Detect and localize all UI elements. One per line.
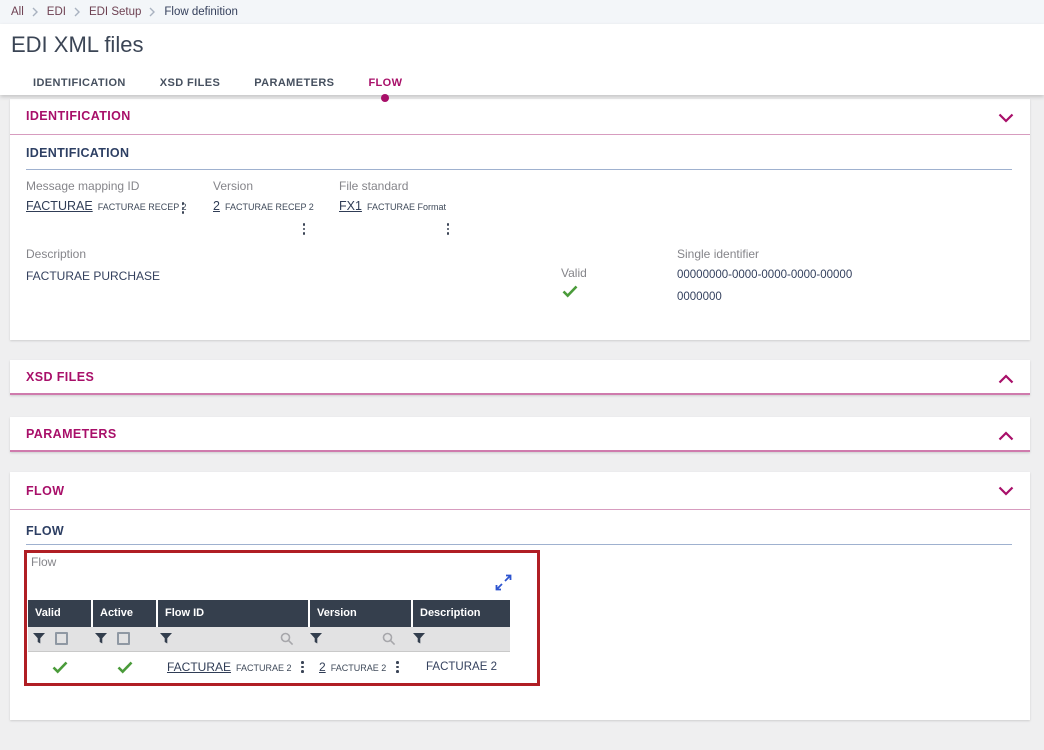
row-active-cell: [93, 652, 156, 682]
file-standard-value: FX1 FACTURAE Format: [339, 199, 446, 213]
chevron-up-icon[interactable]: [998, 428, 1016, 442]
flow-id-more-icon[interactable]: [298, 659, 308, 675]
description-label: Description: [26, 247, 87, 261]
tab-bar: IDENTIFICATION XSD FILES PARAMETERS FLOW: [33, 77, 403, 102]
flow-table-row[interactable]: FACTURAE FACTURAE 2 2 FACTURAE 2 FACTURA…: [28, 652, 510, 682]
tab-flow-label: FLOW: [368, 77, 403, 89]
filter-icon[interactable]: [310, 633, 322, 647]
chevron-right-icon: [32, 7, 39, 17]
row-version-link[interactable]: 2: [319, 660, 326, 674]
flow-table: Valid Active Flow ID Version Description: [28, 600, 510, 682]
flow-table-highlight-box: Flow Valid Active Flow ID Version Descri…: [24, 550, 540, 686]
row-version-cell: 2 FACTURAE 2: [310, 652, 411, 682]
valid-check-icon: [52, 661, 67, 674]
expand-icon[interactable]: [495, 574, 513, 592]
row-description-cell: FACTURAE 2: [426, 661, 497, 673]
message-mapping-id-value: FACTURAE FACTURAE RECEP 2: [26, 199, 187, 213]
description-value: FACTURAE PURCHASE: [26, 269, 161, 283]
column-header-valid[interactable]: Valid: [28, 600, 91, 627]
row-flow-id-cell: FACTURAE FACTURAE 2: [158, 652, 308, 682]
identification-subsection-title: IDENTIFICATION: [26, 146, 130, 160]
version-more-icon[interactable]: [299, 221, 309, 237]
flow-id-link[interactable]: FACTURAE: [167, 660, 231, 674]
page-title: EDI XML files: [11, 32, 144, 57]
breadcrumb-link-edi-setup[interactable]: EDI Setup: [89, 6, 141, 18]
version-label: Version: [213, 179, 254, 193]
page-header: EDI XML files IDENTIFICATION XSD FILES P…: [0, 24, 1044, 102]
breadcrumb-link-edi[interactable]: EDI: [47, 6, 66, 18]
section-flow-header[interactable]: FLOW: [10, 472, 1030, 510]
single-identifier-value-line2: 0000000: [677, 291, 722, 303]
version-desc: FACTURAE RECEP 2: [224, 202, 314, 212]
version-more-icon[interactable]: [392, 659, 402, 675]
section-parameters[interactable]: PARAMETERS: [10, 417, 1030, 452]
filter-icon[interactable]: [95, 633, 107, 647]
filter-icon[interactable]: [160, 633, 172, 647]
flow-widget-label: Flow: [31, 555, 57, 569]
chevron-right-icon: [74, 7, 81, 17]
flow-table-filter-row: [28, 627, 510, 652]
valid-label: Valid: [561, 266, 587, 280]
message-mapping-id-link[interactable]: FACTURAE: [26, 199, 93, 213]
flow-table-header-row: Valid Active Flow ID Version Description: [28, 600, 510, 627]
content-area: IDENTIFICATION IDENTIFICATION Message ma…: [0, 95, 1044, 720]
breadcrumb: All EDI EDI Setup Flow definition: [0, 0, 1044, 24]
section-parameters-title: PARAMETERS: [26, 427, 117, 441]
breadcrumb-link-all[interactable]: All: [11, 6, 24, 18]
flow-subsection-title: FLOW: [26, 524, 64, 538]
version-link[interactable]: 2: [213, 199, 220, 213]
section-xsd-files[interactable]: XSD FILES: [10, 360, 1030, 395]
column-header-version[interactable]: Version: [310, 600, 411, 627]
section-flow-title: FLOW: [26, 484, 65, 498]
section-xsd-files-title: XSD FILES: [26, 370, 95, 384]
column-header-description[interactable]: Description: [413, 600, 510, 627]
file-standard-more-icon[interactable]: [443, 221, 453, 237]
section-flow: FLOW FLOW Flow Valid Active Flow ID Vers…: [10, 472, 1030, 720]
section-identification-title: IDENTIFICATION: [26, 109, 131, 123]
tab-identification[interactable]: IDENTIFICATION: [33, 77, 126, 89]
active-filter-checkbox[interactable]: [117, 632, 130, 645]
message-mapping-id-desc: FACTURAE RECEP 2: [97, 202, 187, 212]
message-mapping-more-icon[interactable]: [178, 200, 188, 216]
flow-id-desc: FACTURAE 2: [236, 663, 292, 673]
single-identifier-label: Single identifier: [677, 247, 760, 261]
tab-parameters[interactable]: PARAMETERS: [254, 77, 334, 89]
valid-check-icon: [562, 285, 578, 303]
active-check-icon: [117, 661, 132, 674]
file-standard-link[interactable]: FX1: [339, 199, 362, 213]
tab-xsd-files[interactable]: XSD FILES: [160, 77, 220, 89]
message-mapping-id-label: Message mapping ID: [26, 179, 140, 193]
chevron-down-icon[interactable]: [998, 110, 1016, 124]
row-valid-cell: [28, 652, 91, 682]
file-standard-label: File standard: [339, 179, 409, 193]
filter-icon[interactable]: [413, 633, 425, 647]
version-value: 2 FACTURAE RECEP 2: [213, 199, 314, 213]
single-identifier-value-line1: 00000000-0000-0000-0000-00000: [677, 269, 853, 281]
chevron-up-icon[interactable]: [998, 371, 1016, 385]
filter-icon[interactable]: [33, 633, 45, 647]
search-icon[interactable]: [280, 632, 294, 649]
divider: [26, 544, 1012, 545]
breadcrumb-current: Flow definition: [164, 6, 238, 18]
divider: [26, 169, 1012, 170]
valid-filter-checkbox[interactable]: [55, 632, 68, 645]
section-identification-header[interactable]: IDENTIFICATION: [10, 99, 1030, 135]
tab-flow[interactable]: FLOW: [368, 77, 403, 102]
column-header-flow-id[interactable]: Flow ID: [158, 600, 308, 627]
search-icon[interactable]: [382, 632, 396, 649]
row-version-desc: FACTURAE 2: [330, 663, 387, 673]
file-standard-desc: FACTURAE Format: [366, 202, 446, 212]
section-identification: IDENTIFICATION IDENTIFICATION Message ma…: [10, 99, 1030, 340]
chevron-right-icon: [149, 7, 156, 17]
column-header-active[interactable]: Active: [93, 600, 156, 627]
chevron-down-icon[interactable]: [998, 483, 1016, 497]
